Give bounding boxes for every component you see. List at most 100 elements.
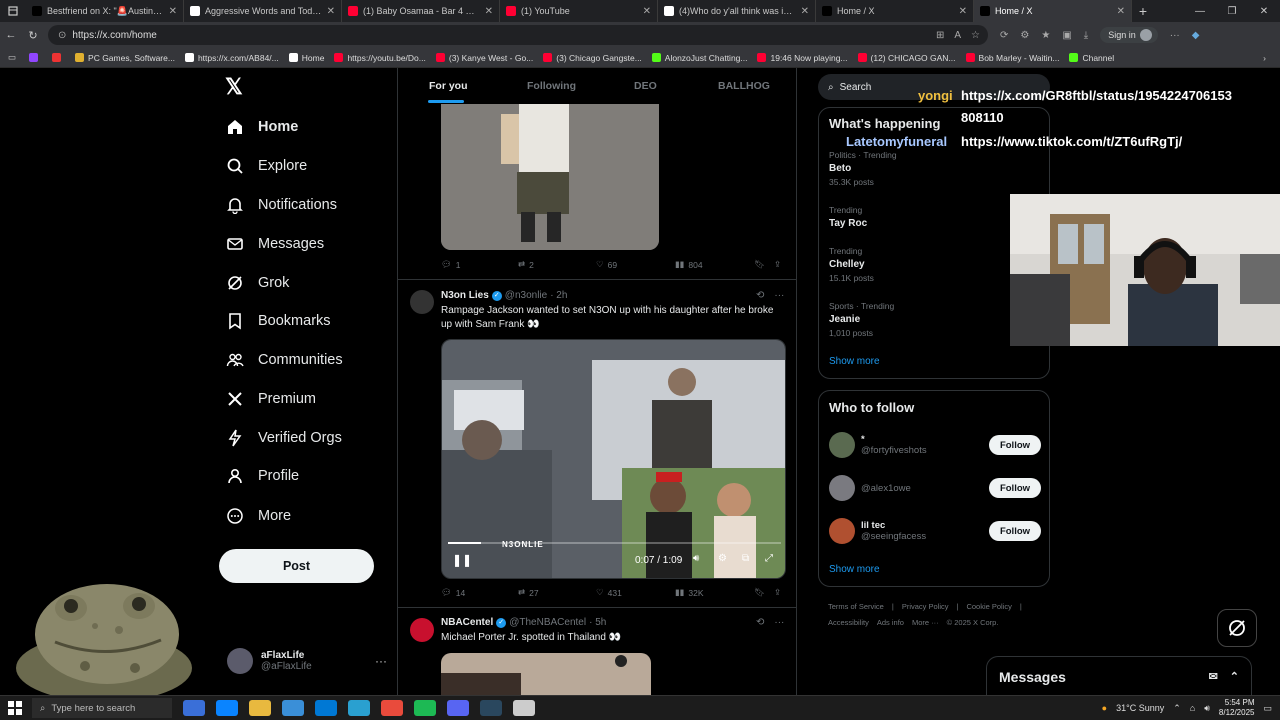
tweet-more-icon[interactable]: ··· — [774, 617, 784, 628]
bookmark-button[interactable]: 🔖︎ — [754, 259, 765, 270]
favorite-star-icon[interactable]: ☆ — [971, 30, 980, 41]
footer-link[interactable]: Privacy Policy — [902, 602, 949, 611]
bookmark-item[interactable]: 19:46 Now playing... — [752, 53, 852, 63]
tweet-media-image[interactable] — [441, 104, 659, 250]
footer-link[interactable]: More ··· — [912, 618, 939, 627]
nav-item-home[interactable]: Home — [226, 114, 298, 140]
window-menu-icon[interactable] — [0, 0, 26, 22]
follow-suggestion[interactable]: * @fortyfiveshots Follow — [829, 430, 1041, 460]
fullscreen-icon[interactable]: ⤢ — [765, 553, 773, 564]
footer-link[interactable]: Terms of Service — [828, 602, 884, 611]
refresh-extension-icon[interactable]: ⟳ — [1000, 30, 1008, 41]
back-button[interactable]: ← — [0, 29, 22, 41]
tweet-more-icon[interactable]: ··· — [774, 290, 784, 301]
browser-tab[interactable]: Home / X ✕ — [974, 0, 1132, 22]
follow-suggestion[interactable]: lil tec @seeingfacess Follow — [829, 516, 1041, 546]
minimize-button[interactable]: — — [1184, 6, 1216, 17]
bookmarks-overflow-icon[interactable]: › — [1263, 53, 1280, 63]
taskbar-app-icon[interactable] — [414, 700, 436, 716]
close-window-button[interactable]: ✕ — [1248, 6, 1280, 17]
nav-item-messages[interactable]: Messages — [226, 231, 324, 257]
follow-button[interactable]: Follow — [989, 478, 1041, 498]
messages-drawer[interactable]: Messages ✉ ⌃ — [986, 656, 1252, 695]
nav-item-explore[interactable]: Explore — [226, 153, 307, 179]
close-tab-icon[interactable]: ✕ — [643, 6, 651, 17]
views-button[interactable]: ▮▮ 32K — [675, 587, 703, 598]
close-tab-icon[interactable]: ✕ — [1117, 6, 1125, 17]
show-more-follow-link[interactable]: Show more — [829, 564, 880, 575]
bookmark-item[interactable]: https://x.com/AB84/... — [180, 53, 284, 63]
bookmark-item[interactable]: Channel — [1064, 53, 1119, 63]
nav-item-more[interactable]: More — [226, 503, 291, 529]
collections-icon[interactable]: ▣ — [1062, 30, 1071, 41]
footer-link[interactable]: Cookie Policy — [966, 602, 1011, 611]
taskbar-app-icon[interactable] — [480, 700, 502, 716]
bookmark-item[interactable]: https://youtu.be/Do... — [329, 53, 430, 63]
browser-tab[interactable]: (4)Who do y'all think was in the... ✕ — [658, 0, 816, 22]
nav-item-premium[interactable]: Premium — [226, 386, 316, 412]
nav-item-bookmarks[interactable]: Bookmarks — [226, 308, 331, 334]
tweet3-avatar[interactable] — [410, 618, 434, 642]
suggestion-avatar[interactable] — [829, 475, 855, 501]
volume-icon[interactable]: 🔊︎ — [693, 553, 699, 564]
settings-icon[interactable]: ⚙ — [718, 553, 727, 564]
new-tab-button[interactable]: + — [1132, 3, 1154, 19]
tweet2-author-name[interactable]: N3on Lies — [441, 290, 489, 301]
notifications-tray-icon[interactable]: ▭ — [1263, 703, 1272, 714]
follow-suggestion[interactable]: @alex1owe Follow — [829, 473, 1041, 503]
reply-button[interactable]: 💬︎ 1 — [441, 259, 461, 270]
nav-item-verified-orgs[interactable]: Verified Orgs — [226, 425, 342, 451]
bookmark-item[interactable]: (3) Chicago Gangste... — [538, 53, 647, 63]
downloads-icon[interactable]: ⤓ — [1084, 30, 1088, 41]
start-windows-icon[interactable] — [8, 701, 22, 717]
bookmark-button[interactable]: 🔖︎ — [754, 587, 765, 598]
views-button[interactable]: ▮▮ 804 — [675, 259, 703, 270]
taskbar-app-icon[interactable] — [447, 700, 469, 716]
browser-tab[interactable]: Home / X ✕ — [816, 0, 974, 22]
follow-button[interactable]: Follow — [989, 521, 1041, 541]
taskbar-app-icon[interactable] — [216, 700, 238, 716]
share-button[interactable]: ⇪ — [774, 587, 781, 598]
taskbar-app-icon[interactable] — [282, 700, 304, 716]
suggestion-avatar[interactable] — [829, 432, 855, 458]
tweet2-avatar[interactable] — [410, 290, 434, 314]
taskbar-clock[interactable]: 5:54 PM 8/12/2025 — [1219, 698, 1255, 718]
nav-item-notifications[interactable]: Notifications — [226, 192, 337, 218]
close-tab-icon[interactable]: ✕ — [959, 6, 967, 17]
like-button[interactable]: ♡ 431 — [596, 587, 622, 598]
browser-tab[interactable]: (1) Baby Osamaa - Bar 4 Bar | Fro ✕ — [342, 0, 500, 22]
bookmark-item[interactable]: (12) CHICAGO GAN... — [853, 53, 961, 63]
weather-text[interactable]: 31°C Sunny — [1116, 703, 1164, 713]
taskbar-app-icon[interactable] — [513, 700, 535, 716]
retweet-button[interactable]: ⇄ 27 — [518, 587, 539, 598]
expand-drawer-icon[interactable]: ⌃ — [1230, 670, 1239, 683]
tray-chevron-icon[interactable]: ⌃ — [1173, 703, 1181, 714]
favorites-icon[interactable]: ★ — [1041, 30, 1050, 41]
taskbar-app-icon[interactable] — [381, 700, 403, 716]
close-tab-icon[interactable]: ✕ — [801, 6, 809, 17]
show-more-trends-link[interactable]: Show more — [829, 356, 880, 367]
reload-button[interactable]: ↻ — [22, 29, 44, 42]
tweet3-media-image[interactable] — [441, 653, 651, 695]
like-button[interactable]: ♡ 69 — [596, 259, 617, 270]
account-switcher[interactable]: aFlaxLife @aFlaxLife ··· — [227, 646, 387, 676]
grok-explain-icon[interactable]: ⟲ — [756, 290, 764, 301]
reply-button[interactable]: 💬︎ 14 — [441, 587, 465, 598]
nav-item-profile[interactable]: Profile — [226, 463, 299, 489]
bookmark-item[interactable] — [47, 53, 70, 63]
copilot-icon[interactable]: ◆ — [1192, 30, 1200, 41]
browser-tab[interactable]: Aggressive Words and Toddler F... ✕ — [184, 0, 342, 22]
close-tab-icon[interactable]: ✕ — [485, 6, 493, 17]
nav-item-communities[interactable]: Communities — [226, 347, 343, 373]
network-icon[interactable]: ⌂ — [1190, 703, 1195, 713]
tab-for-you[interactable]: For you — [429, 80, 468, 92]
bookmark-folder-icon[interactable]: ▭ — [8, 52, 16, 63]
taskbar-app-icon[interactable] — [348, 700, 370, 716]
close-tab-icon[interactable]: ✕ — [169, 6, 177, 17]
taskbar-app-icon[interactable] — [183, 700, 205, 716]
browser-menu-icon[interactable]: ··· — [1170, 30, 1180, 41]
tab-deo[interactable]: DEO — [634, 80, 657, 92]
bookmark-item[interactable]: AlonzoJust Chatting... — [647, 53, 753, 63]
tweet2-time[interactable]: · 2h — [550, 290, 567, 301]
app-available-icon[interactable]: ⊞ — [936, 30, 944, 41]
